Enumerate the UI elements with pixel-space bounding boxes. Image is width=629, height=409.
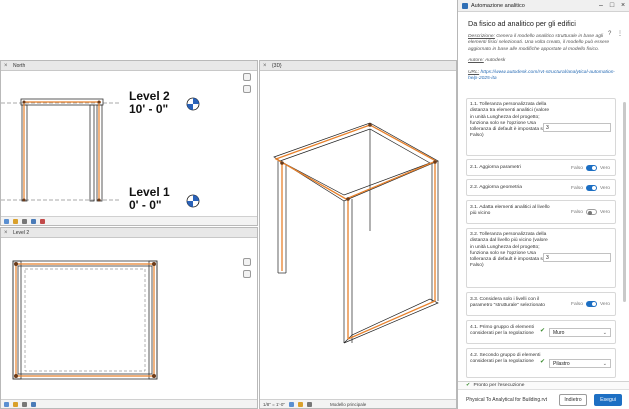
url-label: URL: [468,69,480,75]
toggle-off-label: Falso [570,185,583,191]
panel-footer: Physical To Analytical for Building.rvt … [458,389,629,409]
script-file-name: Physical To Analytical for Building.rvt [466,397,548,403]
toggle-on-label: Vero [599,185,610,191]
hide-icon[interactable] [40,218,45,224]
script-info: Da fisico ad analitico per gli edifici D… [458,12,629,91]
view-scale[interactable]: 1/8" = 1'-0" [263,400,285,409]
level-1-elevation: 0' - 0" [129,198,162,212]
level-1-name: Level 1 [129,185,170,199]
3d-drawing [273,122,439,344]
plan-view-control-bar[interactable] [1,399,257,408]
3d-view[interactable]: × {3D} 1/8" = 1'-0" Modello principale [259,60,457,409]
shadows-icon[interactable] [22,218,27,224]
description-label: Descrizione: [468,34,495,39]
toggle-switch[interactable] [585,209,597,215]
toggle-off-label: Falso [570,165,583,171]
param-row-adapt-to-level: 3.1. Adatta elementi analitici al livell… [466,200,616,224]
author-value: Autodesk [484,58,506,64]
panel-scrollbar[interactable] [623,102,626,302]
checkmark-icon: ✔ [539,328,545,334]
elevation-view-control-bar[interactable] [1,216,257,225]
update-geometry-toggle[interactable]: Falso Vero [571,185,610,191]
maximize-icon[interactable]: □ [607,1,617,11]
adapt-to-level-toggle[interactable]: Falso Vero [571,209,610,215]
structural-levels-toggle[interactable]: Falso Vero [571,301,610,307]
param-label: 3.2. Tolleranza personalizzata della dis… [470,232,548,269]
more-options-icon[interactable]: ⋮ [617,31,623,37]
panel-scroll-area[interactable]: Da fisico ad analitico per gli edifici D… [458,12,629,381]
run-button[interactable]: Esegui [594,394,622,406]
chevron-down-icon: ⌄ [602,330,607,336]
crop-icon[interactable] [31,401,36,407]
back-button[interactable]: Indietro [559,394,587,406]
crop-icon[interactable] [31,218,36,224]
sun-path-icon[interactable] [13,218,18,224]
shadows-icon[interactable] [22,401,27,407]
close-icon[interactable]: × [618,1,628,11]
help-icon[interactable]: ? [608,31,611,37]
first-group-select[interactable]: Muro ⌄ [549,328,611,337]
script-author: Autore: Autodesk [468,58,621,64]
elevation-view[interactable]: × North Level 2 10' - 0" Level 1 0' - 0" [0,60,258,226]
update-parameters-toggle[interactable]: Falso Vero [571,165,610,171]
script-description: Descrizione: Genera il modello analitico… [468,34,621,53]
param-label: 3.1. Adatta elementi analitici al livell… [470,205,550,217]
script-url: URL: https://www.autodesk.com/rvt-struct… [468,70,621,83]
param-label: 4.2. Secondo gruppo di elementi consider… [470,353,541,365]
plan-drawing [12,260,158,380]
minimize-icon[interactable]: – [596,1,606,11]
toggle-switch[interactable] [585,185,597,191]
checkmark-icon: ✔ [466,383,471,388]
visual-style-icon[interactable] [4,401,9,407]
param-row-structural-levels: 3.3. Considera solo i livelli con il par… [466,292,616,316]
toggle-off-label: Falso [570,209,583,215]
toggle-on-label: Vero [599,209,610,215]
param-row-second-group: 4.2. Secondo gruppo di elementi consider… [466,348,616,378]
selected-value: Pilastro [553,361,570,367]
shadows-icon[interactable] [306,401,312,407]
toggle-switch[interactable] [585,301,597,307]
selected-value: Muro [553,330,565,336]
visual-style-icon[interactable] [4,218,9,224]
param-row-tolerance-elements: 1.1. Tolleranza personalizzata della dis… [466,98,616,156]
param-row-update-parameters: 2.1. Aggiorna parametri Falso Vero [466,159,616,176]
param-label: 2.2. Aggiorna geometria [470,185,522,190]
script-title: Da fisico ad analitico per gli edifici [468,19,576,28]
chevron-down-icon: ⌄ [602,361,607,367]
param-label: 4.1. Primo gruppo di elementi considerat… [470,325,534,337]
param-label: 1.1. Tolleranza personalizzata della dis… [470,102,550,139]
toggle-on-label: Vero [599,301,610,307]
tolerance-level-input[interactable]: 3 [543,253,611,262]
sun-path-icon[interactable] [297,401,303,407]
author-label: Autore: [468,58,484,64]
status-bar: ✔ Pronto per l'esecuzione [458,381,629,389]
param-row-tolerance-level: 3.2. Tolleranza personalizzata della dis… [466,228,616,288]
param-row-first-group: 4.1. Primo gruppo di elementi considerat… [466,320,616,344]
toggle-off-label: Falso [570,301,583,307]
panel-window-title: Automazione analitico [471,2,525,9]
model-label: Modello principale [329,401,367,407]
toggle-switch[interactable] [585,165,597,171]
visual-style-icon[interactable] [288,401,294,407]
level-2-name: Level 2 [129,89,170,103]
tolerance-elements-input[interactable]: 3 [543,123,611,132]
checkmark-icon: ✔ [539,359,545,365]
param-label: 3.3. Considera solo i livelli con il par… [470,297,545,309]
sun-path-icon[interactable] [13,401,18,407]
status-text: Pronto per l'esecuzione [473,383,525,388]
plan-view[interactable]: × Level 2 [0,227,258,409]
param-label: 2.1. Aggiorna parametri [470,165,521,170]
toggle-on-label: Vero [599,165,610,171]
3d-view-control-bar[interactable]: 1/8" = 1'-0" Modello principale [260,399,456,408]
level-2-elevation: 10' - 0" [129,102,169,116]
dynamo-player-icon [462,2,468,9]
analytical-automation-panel: Automazione analitico – □ × Da fisico ad… [457,0,629,409]
revit-workspace: × North Level 2 10' - 0" Level 1 0' - 0"… [0,0,629,409]
help-link[interactable]: https://www.autodesk.com/rvt-structural/… [468,70,615,81]
header-icons: ? ⋮ [608,30,623,37]
param-row-update-geometry: 2.2. Aggiorna geometria Falso Vero [466,179,616,196]
panel-titlebar[interactable]: Automazione analitico – □ × [458,0,629,12]
second-group-select[interactable]: Pilastro ⌄ [549,359,611,368]
